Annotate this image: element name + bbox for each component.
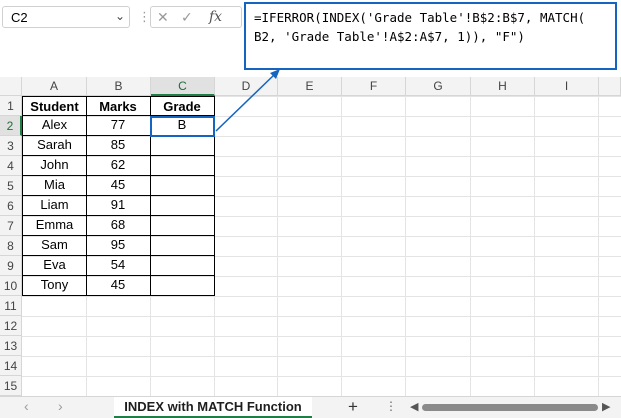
grade-cell[interactable] bbox=[150, 235, 215, 256]
column-header-f[interactable]: F bbox=[342, 77, 406, 96]
marks-cell[interactable]: 68 bbox=[86, 215, 151, 236]
column-header-partial[interactable] bbox=[599, 77, 621, 96]
add-sheet-icon[interactable]: + bbox=[348, 397, 358, 417]
row-header-15[interactable]: 15 bbox=[0, 376, 22, 396]
selected-cell-outline bbox=[150, 116, 215, 137]
fx-icon[interactable]: fx bbox=[209, 9, 222, 25]
student-cell[interactable]: Alex bbox=[22, 115, 87, 136]
grade-cell[interactable] bbox=[150, 175, 215, 196]
marks-cell[interactable]: 77 bbox=[86, 115, 151, 136]
row-header-1[interactable]: 1 bbox=[0, 96, 22, 116]
column-header-g[interactable]: G bbox=[406, 77, 471, 96]
grade-cell[interactable] bbox=[150, 135, 215, 156]
marks-cell[interactable]: 85 bbox=[86, 135, 151, 156]
header-cell-grade[interactable]: Grade bbox=[150, 96, 215, 116]
row-header-2[interactable]: 2 bbox=[0, 116, 22, 136]
column-header-b[interactable]: B bbox=[87, 77, 151, 96]
prev-sheet-icon[interactable]: ‹ bbox=[24, 398, 29, 414]
name-box-value: C2 bbox=[11, 10, 28, 25]
sheet-options-icon[interactable]: ⋮ bbox=[385, 399, 398, 413]
student-cell[interactable]: Liam bbox=[22, 195, 87, 216]
select-all-corner[interactable] bbox=[0, 77, 22, 96]
cancel-icon[interactable]: ✕ bbox=[157, 9, 169, 26]
horizontal-scrollbar[interactable] bbox=[422, 404, 598, 411]
row-header-3[interactable]: 3 bbox=[0, 136, 22, 156]
row-header-11[interactable]: 11 bbox=[0, 296, 22, 316]
grade-cell[interactable] bbox=[150, 195, 215, 216]
scroll-left-icon[interactable]: ◀ bbox=[410, 400, 418, 413]
row-header-13[interactable]: 13 bbox=[0, 336, 22, 356]
marks-cell[interactable]: 91 bbox=[86, 195, 151, 216]
student-cell[interactable]: Eva bbox=[22, 255, 87, 276]
sheet-bar: ‹ › INDEX with MATCH Function + ⋮ ◀ ▶ bbox=[0, 396, 621, 418]
row-header-7[interactable]: 7 bbox=[0, 216, 22, 236]
marks-cell[interactable]: 95 bbox=[86, 235, 151, 256]
row-header-8[interactable]: 8 bbox=[0, 236, 22, 256]
column-header-h[interactable]: H bbox=[471, 77, 535, 96]
grade-cell[interactable] bbox=[150, 215, 215, 236]
grade-cell[interactable] bbox=[150, 275, 215, 296]
student-cell[interactable]: Sarah bbox=[22, 135, 87, 156]
sheet-tab-index-match[interactable]: INDEX with MATCH Function bbox=[114, 397, 312, 418]
row-header-5[interactable]: 5 bbox=[0, 176, 22, 196]
student-cell[interactable]: Emma bbox=[22, 215, 87, 236]
marks-cell[interactable]: 45 bbox=[86, 175, 151, 196]
row-header-9[interactable]: 9 bbox=[0, 256, 22, 276]
grade-cell[interactable] bbox=[150, 155, 215, 176]
scroll-right-icon[interactable]: ▶ bbox=[602, 400, 610, 413]
row-header-12[interactable]: 12 bbox=[0, 316, 22, 336]
marks-cell[interactable]: 45 bbox=[86, 275, 151, 296]
column-header-e[interactable]: E bbox=[278, 77, 342, 96]
formula-controls: ✕ ✓ fx bbox=[150, 6, 242, 28]
row-header-4[interactable]: 4 bbox=[0, 156, 22, 176]
row-header-10[interactable]: 10 bbox=[0, 276, 22, 296]
student-cell[interactable]: John bbox=[22, 155, 87, 176]
column-header-d[interactable]: D bbox=[215, 77, 278, 96]
chevron-down-icon[interactable]: ⌄ bbox=[115, 9, 125, 23]
grade-cell[interactable] bbox=[150, 255, 215, 276]
name-box[interactable]: C2 ⌄ bbox=[2, 6, 130, 28]
student-cell[interactable]: Sam bbox=[22, 235, 87, 256]
confirm-icon[interactable]: ✓ bbox=[181, 9, 193, 26]
column-header-a[interactable]: A bbox=[22, 77, 87, 96]
student-cell[interactable]: Tony bbox=[22, 275, 87, 296]
marks-cell[interactable]: 54 bbox=[86, 255, 151, 276]
next-sheet-icon[interactable]: › bbox=[58, 398, 63, 414]
column-header-c[interactable]: C bbox=[151, 77, 215, 96]
header-cell-student[interactable]: Student bbox=[22, 96, 87, 116]
column-header-i[interactable]: I bbox=[535, 77, 599, 96]
row-header-6[interactable]: 6 bbox=[0, 196, 22, 216]
student-cell[interactable]: Mia bbox=[22, 175, 87, 196]
row-header-14[interactable]: 14 bbox=[0, 356, 22, 376]
marks-cell[interactable]: 62 bbox=[86, 155, 151, 176]
formula-input[interactable]: =IFERROR(INDEX('Grade Table'!B$2:B$7, MA… bbox=[244, 2, 617, 70]
header-cell-marks[interactable]: Marks bbox=[86, 96, 151, 116]
